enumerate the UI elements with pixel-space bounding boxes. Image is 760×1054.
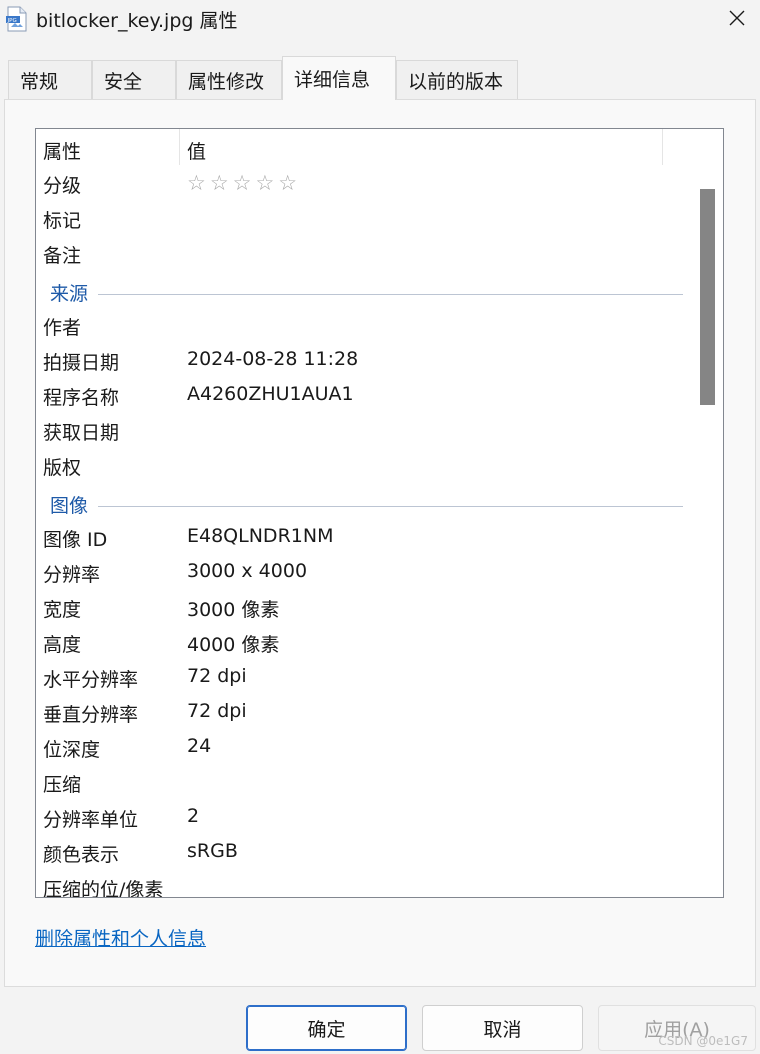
- tab-general[interactable]: 常规: [8, 60, 92, 99]
- property-label: 程序名称: [43, 387, 120, 409]
- tab-label: 安全: [104, 70, 143, 93]
- cancel-button[interactable]: 取消: [422, 1005, 583, 1051]
- tab-previous-versions[interactable]: 以前的版本: [396, 60, 518, 99]
- list-item[interactable]: 垂直分辨率 72 dpi: [36, 696, 691, 731]
- list-item[interactable]: 压缩的位/像素: [36, 871, 691, 898]
- watermark-text: CSDN @0e1G7: [658, 1034, 748, 1048]
- group-divider: [98, 294, 683, 295]
- button-label: 确定: [307, 1018, 346, 1041]
- close-icon: [729, 10, 745, 26]
- tab-label: 以前的版本: [408, 70, 504, 93]
- property-value[interactable]: 4000 像素: [187, 630, 279, 657]
- jpg-file-icon: JPG: [6, 6, 27, 32]
- property-label: 压缩: [43, 774, 82, 796]
- property-label: 拍摄日期: [43, 352, 120, 374]
- property-label: 分级: [43, 175, 82, 197]
- ok-button[interactable]: 确定: [246, 1005, 407, 1051]
- property-value[interactable]: 2: [187, 805, 199, 827]
- header-value[interactable]: 值: [187, 137, 206, 164]
- property-label: 高度: [43, 634, 82, 656]
- property-value[interactable]: 24: [187, 735, 211, 757]
- close-button[interactable]: [714, 0, 760, 36]
- tab-label: 常规: [20, 70, 59, 93]
- list-item[interactable]: 高度 4000 像素: [36, 626, 691, 661]
- column-divider[interactable]: [662, 129, 663, 165]
- property-label: 压缩的位/像素: [43, 879, 164, 898]
- property-label: 分辨率单位: [43, 809, 139, 831]
- group-divider: [98, 506, 683, 507]
- list-item[interactable]: 水平分辨率 72 dpi: [36, 661, 691, 696]
- property-list[interactable]: 属性 值 分级 ☆☆☆☆☆ 标记 备注 来源 作者 拍摄日期 2024-08-2…: [35, 128, 724, 898]
- property-value[interactable]: 3000 x 4000: [187, 560, 307, 582]
- property-value[interactable]: 2024-08-28 11:28: [187, 348, 358, 370]
- property-label: 备注: [43, 245, 82, 267]
- column-header: 属性 值: [36, 129, 696, 167]
- title-bar: JPG bitlocker_key.jpg 属性: [0, 0, 760, 38]
- list-item[interactable]: 压缩: [36, 766, 691, 801]
- property-value[interactable]: sRGB: [187, 840, 238, 862]
- list-item[interactable]: 标记: [36, 202, 691, 237]
- property-label: 图像 ID: [43, 529, 108, 551]
- group-header-source: 来源: [36, 274, 691, 310]
- property-label: 位深度: [43, 739, 101, 761]
- list-item[interactable]: 图像 ID E48QLNDR1NM: [36, 521, 691, 556]
- group-label: 来源: [50, 283, 89, 305]
- property-value[interactable]: 72 dpi: [187, 700, 247, 722]
- property-value[interactable]: 72 dpi: [187, 665, 247, 687]
- group-label: 图像: [50, 495, 89, 517]
- property-label: 获取日期: [43, 422, 120, 444]
- list-item-rating[interactable]: 分级 ☆☆☆☆☆: [36, 167, 691, 202]
- property-label: 版权: [43, 457, 82, 479]
- tab-property-modify[interactable]: 属性修改: [176, 60, 282, 99]
- tab-label: 详细信息: [294, 69, 371, 91]
- property-label: 标记: [43, 210, 82, 232]
- property-label: 宽度: [43, 599, 82, 621]
- list-item[interactable]: 版权: [36, 449, 691, 484]
- list-item[interactable]: 程序名称 A4260ZHU1AUA1: [36, 379, 691, 414]
- list-item[interactable]: 备注: [36, 237, 691, 272]
- property-value[interactable]: A4260ZHU1AUA1: [187, 383, 354, 405]
- remove-properties-link[interactable]: 删除属性和个人信息: [35, 924, 206, 951]
- property-label: 分辨率: [43, 564, 101, 586]
- list-item[interactable]: 拍摄日期 2024-08-28 11:28: [36, 344, 691, 379]
- property-label: 作者: [43, 317, 82, 339]
- list-item[interactable]: 分辨率 3000 x 4000: [36, 556, 691, 591]
- list-item[interactable]: 宽度 3000 像素: [36, 591, 691, 626]
- column-divider[interactable]: [179, 129, 180, 165]
- star-rating-icon[interactable]: ☆☆☆☆☆: [187, 171, 301, 195]
- tab-details[interactable]: 详细信息: [282, 56, 396, 100]
- property-value[interactable]: E48QLNDR1NM: [187, 525, 333, 547]
- list-item[interactable]: 获取日期: [36, 414, 691, 449]
- list-item[interactable]: 作者: [36, 309, 691, 344]
- header-property[interactable]: 属性: [43, 137, 81, 164]
- tab-security[interactable]: 安全: [92, 60, 176, 99]
- svg-text:JPG: JPG: [7, 18, 17, 24]
- property-value[interactable]: 3000 像素: [187, 595, 279, 622]
- scrollbar-thumb[interactable]: [700, 189, 715, 405]
- group-header-image: 图像: [36, 486, 691, 522]
- window-title: bitlocker_key.jpg 属性: [36, 10, 238, 32]
- list-item[interactable]: 位深度 24: [36, 731, 691, 766]
- property-label: 水平分辨率: [43, 669, 139, 691]
- list-item[interactable]: 颜色表示 sRGB: [36, 836, 691, 871]
- button-label: 取消: [483, 1018, 522, 1041]
- property-label: 垂直分辨率: [43, 704, 139, 726]
- tab-label: 属性修改: [188, 70, 265, 93]
- list-item[interactable]: 分辨率单位 2: [36, 801, 691, 836]
- property-label: 颜色表示: [43, 844, 120, 866]
